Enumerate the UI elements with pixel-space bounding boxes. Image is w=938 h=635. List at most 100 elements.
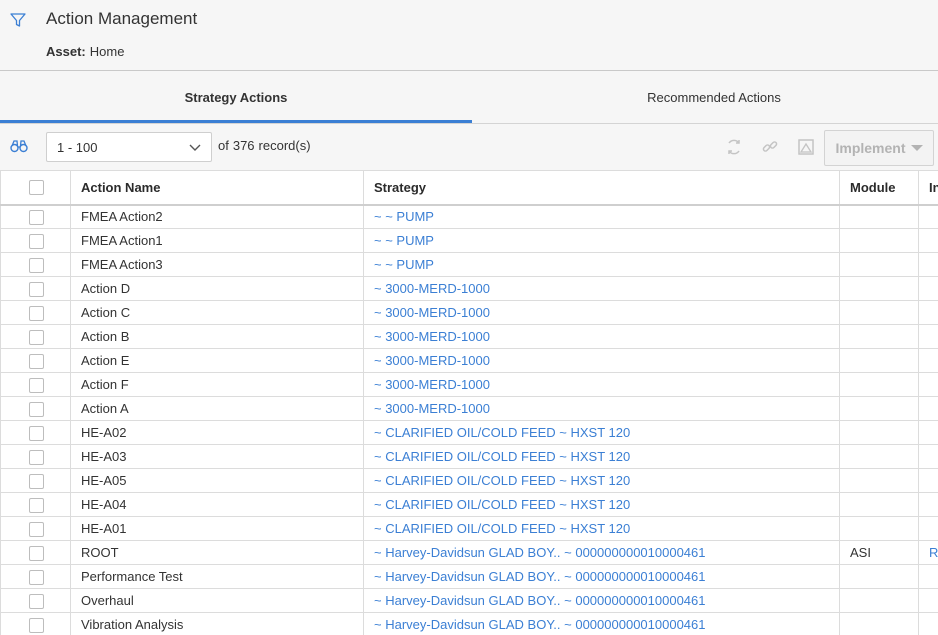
truncated-cell[interactable] bbox=[918, 468, 938, 493]
strategy-link[interactable]: ~ Harvey-Davidsun GLAD BOY.. ~ 000000000… bbox=[363, 540, 840, 565]
row-checkbox[interactable] bbox=[29, 473, 44, 489]
truncated-cell[interactable] bbox=[918, 276, 938, 301]
row-checkbox[interactable] bbox=[29, 593, 44, 609]
row-checkbox[interactable] bbox=[29, 617, 44, 633]
action-name-cell: HE-A02 bbox=[70, 420, 364, 445]
truncated-cell[interactable]: RC bbox=[918, 540, 938, 565]
truncated-cell[interactable] bbox=[918, 564, 938, 589]
truncated-cell[interactable] bbox=[918, 516, 938, 541]
truncated-cell[interactable] bbox=[918, 204, 938, 229]
truncated-cell[interactable] bbox=[918, 612, 938, 635]
row-checkbox[interactable] bbox=[29, 329, 44, 345]
row-select-cell bbox=[0, 228, 71, 253]
module-cell bbox=[839, 612, 919, 635]
column-header-action-name[interactable]: Action Name bbox=[70, 170, 364, 206]
action-name-cell: HE-A03 bbox=[70, 444, 364, 469]
strategy-link[interactable]: ~ CLARIFIED OIL/COLD FEED ~ HXST 120 bbox=[363, 444, 840, 469]
truncated-cell[interactable] bbox=[918, 252, 938, 277]
table-row[interactable]: FMEA Action3 ~ ~ PUMP bbox=[0, 252, 938, 277]
table-row[interactable]: HE-A04 ~ CLARIFIED OIL/COLD FEED ~ HXST 1… bbox=[0, 492, 938, 517]
column-header-strategy[interactable]: Strategy bbox=[363, 170, 840, 206]
strategy-link[interactable]: ~ CLARIFIED OIL/COLD FEED ~ HXST 120 bbox=[363, 468, 840, 493]
table-row[interactable]: HE-A05 ~ CLARIFIED OIL/COLD FEED ~ HXST 1… bbox=[0, 468, 938, 493]
tab-strategy-actions[interactable]: Strategy Actions bbox=[0, 71, 472, 124]
column-header-truncated[interactable]: In bbox=[918, 170, 938, 206]
truncated-cell[interactable] bbox=[918, 372, 938, 397]
truncated-cell[interactable] bbox=[918, 300, 938, 325]
link-icon[interactable] bbox=[761, 138, 779, 156]
truncated-cell[interactable] bbox=[918, 228, 938, 253]
strategy-link[interactable]: ~ CLARIFIED OIL/COLD FEED ~ HXST 120 bbox=[363, 516, 840, 541]
table-row[interactable]: FMEA Action1 ~ ~ PUMP bbox=[0, 228, 938, 253]
asset-value[interactable]: Home bbox=[90, 44, 125, 59]
module-cell: ASI bbox=[839, 540, 919, 565]
strategy-link[interactable]: ~ CLARIFIED OIL/COLD FEED ~ HXST 120 bbox=[363, 420, 840, 445]
truncated-cell[interactable] bbox=[918, 396, 938, 421]
binoculars-icon[interactable] bbox=[10, 138, 28, 154]
row-checkbox[interactable] bbox=[29, 233, 44, 249]
row-checkbox[interactable] bbox=[29, 569, 44, 585]
row-checkbox[interactable] bbox=[29, 425, 44, 441]
strategy-link[interactable]: ~ 3000-MERD-1000 bbox=[363, 348, 840, 373]
row-checkbox[interactable] bbox=[29, 377, 44, 393]
tab-recommended-actions[interactable]: Recommended Actions bbox=[472, 71, 938, 124]
table-row[interactable]: ROOT ~ Harvey-Davidsun GLAD BOY.. ~ 00000… bbox=[0, 540, 938, 565]
truncated-cell[interactable] bbox=[918, 492, 938, 517]
table-row[interactable]: Vibration Analysis ~ Harvey-Davidsun GLAD… bbox=[0, 612, 938, 635]
row-select-cell bbox=[0, 420, 71, 445]
refresh-icon[interactable] bbox=[725, 138, 743, 156]
strategy-link[interactable]: ~ 3000-MERD-1000 bbox=[363, 324, 840, 349]
row-checkbox[interactable] bbox=[29, 401, 44, 417]
row-checkbox[interactable] bbox=[29, 353, 44, 369]
table-row[interactable]: Action E ~ 3000-MERD-1000 bbox=[0, 348, 938, 373]
strategy-link[interactable]: ~ Harvey-Davidsun GLAD BOY.. ~ 000000000… bbox=[363, 564, 840, 589]
row-checkbox[interactable] bbox=[29, 497, 44, 513]
table-row[interactable]: Action C ~ 3000-MERD-1000 bbox=[0, 300, 938, 325]
row-checkbox[interactable] bbox=[29, 545, 44, 561]
implement-button[interactable]: Implement bbox=[824, 130, 934, 166]
table-row[interactable]: HE-A03 ~ CLARIFIED OIL/COLD FEED ~ HXST 1… bbox=[0, 444, 938, 469]
page-title: Action Management bbox=[46, 9, 198, 28]
image-icon[interactable] bbox=[797, 138, 815, 156]
record-range-value: 1 - 100 bbox=[57, 140, 98, 155]
truncated-cell[interactable] bbox=[918, 324, 938, 349]
table-row[interactable]: Overhaul ~ Harvey-Davidsun GLAD BOY.. ~ 0… bbox=[0, 588, 938, 613]
row-checkbox[interactable] bbox=[29, 449, 44, 465]
strategy-link[interactable]: ~ 3000-MERD-1000 bbox=[363, 276, 840, 301]
truncated-cell[interactable] bbox=[918, 348, 938, 373]
strategy-link[interactable]: ~ Harvey-Davidsun GLAD BOY.. ~ 000000000… bbox=[363, 588, 840, 613]
chevron-down-icon bbox=[189, 144, 201, 151]
strategy-link[interactable]: ~ ~ PUMP bbox=[363, 252, 840, 277]
table-row[interactable]: FMEA Action2 ~ ~ PUMP bbox=[0, 204, 938, 229]
table-row[interactable]: Action D ~ 3000-MERD-1000 bbox=[0, 276, 938, 301]
row-checkbox[interactable] bbox=[29, 281, 44, 297]
strategy-link[interactable]: ~ 3000-MERD-1000 bbox=[363, 372, 840, 397]
module-cell bbox=[839, 588, 919, 613]
truncated-cell[interactable] bbox=[918, 420, 938, 445]
truncated-cell[interactable] bbox=[918, 588, 938, 613]
table-row[interactable]: HE-A01 ~ CLARIFIED OIL/COLD FEED ~ HXST 1… bbox=[0, 516, 938, 541]
record-count-number: 376 bbox=[232, 138, 255, 153]
truncated-cell[interactable] bbox=[918, 444, 938, 469]
strategy-link[interactable]: ~ CLARIFIED OIL/COLD FEED ~ HXST 120 bbox=[363, 492, 840, 517]
table-row[interactable]: Action A ~ 3000-MERD-1000 bbox=[0, 396, 938, 421]
table-row[interactable]: Action F ~ 3000-MERD-1000 bbox=[0, 372, 938, 397]
table-row[interactable]: Performance Test ~ Harvey-Davidsun GLAD B… bbox=[0, 564, 938, 589]
table-row[interactable]: Action B ~ 3000-MERD-1000 bbox=[0, 324, 938, 349]
row-checkbox[interactable] bbox=[29, 257, 44, 273]
row-checkbox[interactable] bbox=[29, 209, 44, 225]
select-all-checkbox[interactable] bbox=[29, 180, 44, 196]
column-header-module[interactable]: Module bbox=[839, 170, 919, 206]
strategy-link[interactable]: ~ ~ PUMP bbox=[363, 204, 840, 229]
row-select-cell bbox=[0, 348, 71, 373]
filter-icon[interactable] bbox=[10, 12, 26, 28]
row-select-cell bbox=[0, 396, 71, 421]
strategy-link[interactable]: ~ Harvey-Davidsun GLAD BOY.. ~ 000000000… bbox=[363, 612, 840, 635]
row-checkbox[interactable] bbox=[29, 521, 44, 537]
table-row[interactable]: HE-A02 ~ CLARIFIED OIL/COLD FEED ~ HXST 1… bbox=[0, 420, 938, 445]
row-checkbox[interactable] bbox=[29, 305, 44, 321]
record-range-select[interactable]: 1 - 100 bbox=[46, 132, 212, 162]
strategy-link[interactable]: ~ ~ PUMP bbox=[363, 228, 840, 253]
strategy-link[interactable]: ~ 3000-MERD-1000 bbox=[363, 300, 840, 325]
strategy-link[interactable]: ~ 3000-MERD-1000 bbox=[363, 396, 840, 421]
